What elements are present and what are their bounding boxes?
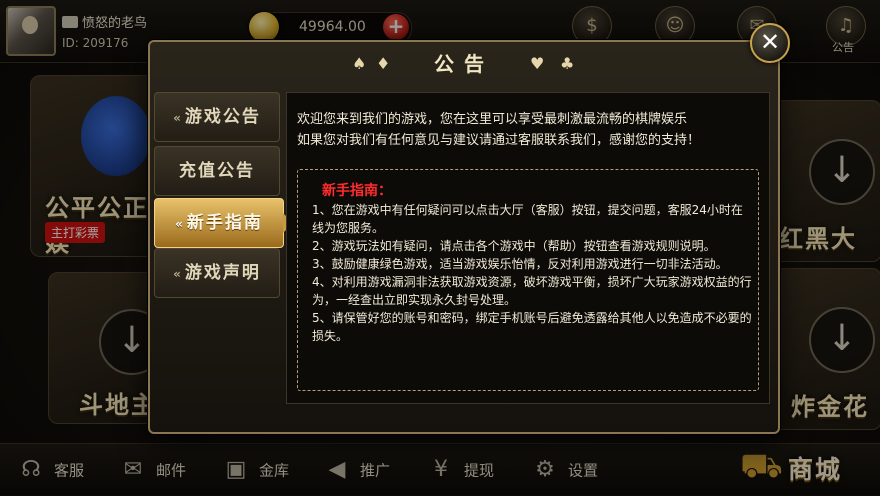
tab-game-notice[interactable]: «游戏公告	[154, 92, 280, 142]
guide-item: 2、游戏玩法如有疑问，请点击各个游戏中（帮助）按钮查看游戏规则说明。	[312, 239, 716, 253]
heart-icon: ♥	[530, 54, 545, 73]
tab-beginner-guide[interactable]: «新手指南	[154, 198, 293, 248]
notice-content: 欢迎您来到我们的游戏，您在这里可以享受最刺激最流畅的棋牌娱乐 如果您对我们有任何…	[286, 92, 770, 404]
dialog-title: 公告	[434, 52, 494, 76]
tab-game-statement[interactable]: «游戏声明	[154, 248, 280, 298]
close-button[interactable]: ✕	[750, 23, 790, 63]
tab-recharge-notice[interactable]: 充值公告	[154, 146, 280, 196]
guide-box: 新手指南： 1、您在游戏中有任何疑问可以点击大厅（客服）按钮，提交问题，客服24…	[297, 169, 759, 391]
guide-item: 3、鼓励健康绿色游戏，适当游戏娱乐怡情，反对利用游戏进行一切非法活动。	[312, 257, 728, 271]
intro-text: 欢迎您来到我们的游戏，您在这里可以享受最刺激最流畅的棋牌娱乐 如果您对我们有任何…	[297, 112, 701, 148]
guide-title: 新手指南：	[322, 183, 392, 199]
guide-list: 1、您在游戏中有任何疑问可以点击大厅（客服）按钮，提交问题，客服24小时在线为您…	[312, 201, 752, 345]
guide-item: 5、请保管好您的账号和密码，绑定手机账号后避免透露给其他人以免造成不必要的损失。	[312, 311, 752, 343]
guide-item: 4、对利用游戏漏洞非法获取游戏资源，破坏游戏平衡，损坏广大玩家游戏权益的行为，一…	[312, 275, 752, 307]
club-icon: ♣	[560, 54, 575, 73]
guide-item: 1、您在游戏中有任何疑问可以点击大厅（客服）按钮，提交问题，客服24小时在线为您…	[312, 203, 743, 235]
